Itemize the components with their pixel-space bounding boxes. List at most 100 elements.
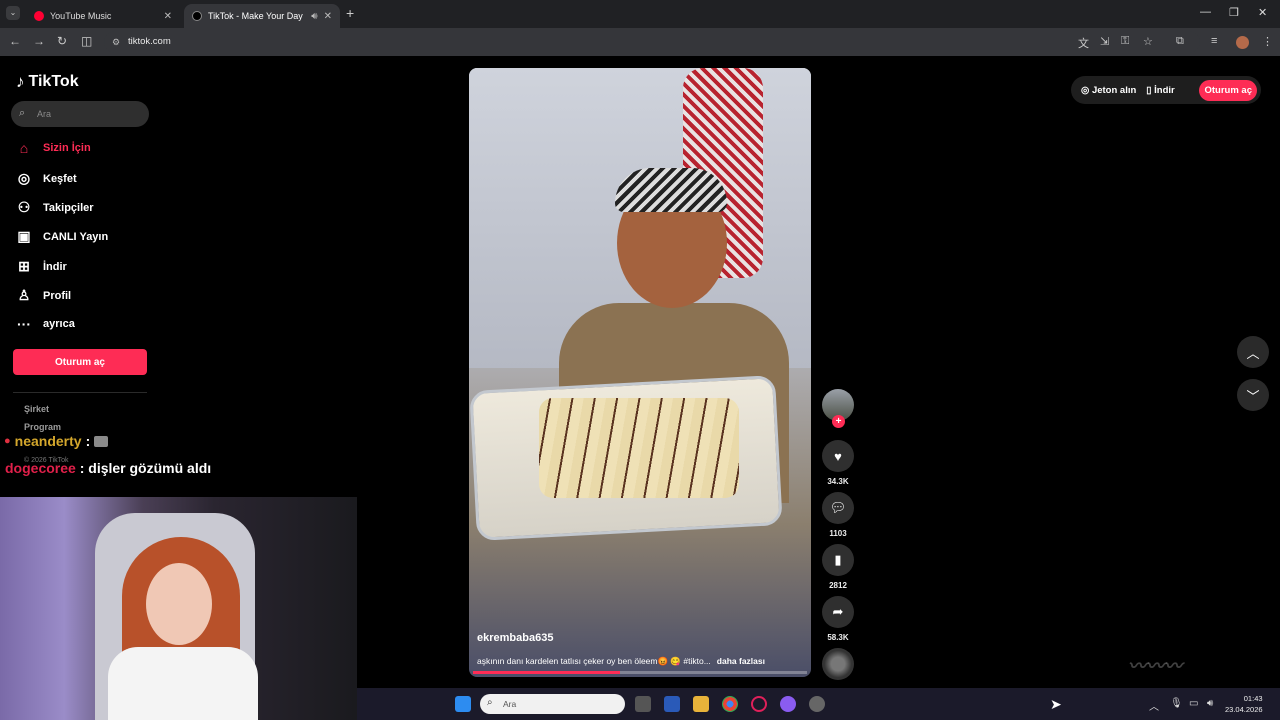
tray-chevron-up-icon[interactable]: ︿	[1149, 698, 1159, 713]
caption-more-link[interactable]: daha fazlası	[717, 656, 765, 667]
sidebar-item-more[interactable]: ··· ayrıca	[15, 316, 75, 332]
video-dessert-topping	[539, 398, 739, 498]
site-info-icon[interactable]: ⚙	[112, 37, 120, 48]
strawberry-badge-icon: ●	[4, 435, 11, 447]
taskbar-clock[interactable]: 01:43 23.04.2026	[1225, 693, 1263, 715]
heart-icon[interactable]: ♥	[822, 440, 854, 472]
address-bar[interactable]: ⚙ tiktok.com	[104, 31, 1200, 53]
search-input[interactable]: ⌕ Ara	[11, 101, 149, 127]
tab-title: YouTube Music	[50, 11, 112, 21]
sidebar-item-download[interactable]: ⊞ İndir	[15, 258, 67, 275]
twitch-app-icon[interactable]	[780, 696, 796, 712]
save-action[interactable]: ▮ 2812	[822, 544, 854, 590]
followers-icon: ⚇	[17, 199, 31, 215]
coin-icon: ◎	[1081, 84, 1090, 96]
video-username[interactable]: ekrembaba635	[477, 632, 553, 644]
taskbar-search-placeholder: Ara	[503, 699, 517, 709]
follow-plus-icon[interactable]: +	[832, 415, 845, 428]
volume-icon[interactable]: 🔊︎	[1207, 698, 1213, 709]
back-icon[interactable]: ←	[9, 34, 21, 48]
close-tab-icon[interactable]: ✕	[324, 11, 332, 22]
profile-icon: ♙	[17, 287, 31, 303]
sidebar-item-for-you[interactable]: ⌂ Sizin İçin	[15, 140, 91, 156]
comment-icon[interactable]: 💬︎	[822, 492, 854, 524]
tab-tiktok[interactable]: TikTok - Make Your Day 🔊︎ ✕	[184, 4, 340, 28]
footer-link-program[interactable]: Program	[24, 422, 61, 432]
sidebar-item-profile[interactable]: ♙ Profil	[15, 287, 71, 304]
speaker-icon[interactable]: 🔊︎	[311, 11, 317, 22]
next-video-button[interactable]: ﹀	[1237, 379, 1269, 411]
sidebar-item-live[interactable]: ▣ CANLI Yayın	[15, 228, 108, 245]
translate-icon[interactable]: 文	[1078, 35, 1089, 51]
file-explorer-icon[interactable]	[693, 696, 709, 712]
tab-search-icon[interactable]: ⌄	[6, 6, 20, 20]
chat-text: dişler gözümü aldı	[88, 460, 212, 476]
like-action[interactable]: ♥ 34.3K	[822, 440, 854, 486]
share-count: 58.3K	[827, 633, 849, 642]
chat-colon: :	[79, 460, 89, 476]
reload-icon[interactable]: ↻	[57, 34, 67, 48]
share-action[interactable]: ➦ 58.3K	[822, 596, 854, 642]
tiktok-note-icon: ♪	[16, 72, 25, 91]
task-view-icon[interactable]	[635, 696, 651, 712]
download-icon: ⊞	[18, 258, 30, 274]
stream-logo-watermark: 〰〰〰	[1128, 656, 1182, 676]
obs-icon[interactable]	[809, 696, 825, 712]
chat-colon: :	[85, 433, 91, 449]
share-icon[interactable]: ➦	[822, 596, 854, 628]
opera-icon[interactable]	[751, 696, 767, 712]
sidebar-item-label: Sizin İçin	[43, 142, 91, 154]
browser-tab-bar: ⌄ YouTube Music ✕ TikTok - Make Your Day…	[0, 0, 1280, 28]
previous-video-button[interactable]: ︿	[1237, 336, 1269, 368]
tiktok-logo[interactable]: ♪ TikTok	[16, 72, 79, 92]
login-button[interactable]: Oturum aç	[13, 349, 147, 375]
video-player[interactable]: ekrembaba635 aşkının danı kardelen tatlı…	[469, 68, 811, 677]
sidebar-item-label: Keşfet	[43, 172, 77, 185]
start-windows-icon[interactable]	[455, 696, 471, 712]
sidebar-divider	[13, 392, 147, 393]
profile-avatar-icon[interactable]	[1236, 36, 1249, 49]
tab-media-icon[interactable]: ≡	[1211, 35, 1217, 47]
tiktok-favicon-icon	[192, 11, 202, 21]
close-tab-icon[interactable]: ✕	[164, 11, 172, 22]
save-count: 2812	[829, 581, 847, 590]
comment-action[interactable]: 💬︎ 1103	[822, 492, 854, 538]
install-app-icon[interactable]: ⇲	[1100, 35, 1109, 48]
store-icon[interactable]	[664, 696, 680, 712]
browser-toolbar: ← → ↻ ◫ ⚙ tiktok.com 文 ⇲ ⚿ ☆ ⧉ ≡ ⋮	[0, 28, 1280, 56]
sidebar-item-explore[interactable]: ◎ Keşfet	[15, 170, 77, 187]
footer-link-company[interactable]: Şirket	[24, 404, 49, 414]
extensions-icon[interactable]: ⧉	[1176, 35, 1184, 48]
clock-date: 23.04.2026	[1225, 705, 1263, 714]
maximize-icon[interactable]: ❐	[1229, 6, 1239, 19]
sidebar-item-following[interactable]: ⚇ Takipçiler	[15, 199, 94, 216]
tab-youtube-music[interactable]: YouTube Music ✕	[26, 4, 180, 28]
network-icon[interactable]: ▭	[1189, 698, 1198, 709]
more-icon: ···	[17, 316, 31, 332]
top-login-button[interactable]: Oturum aç	[1199, 79, 1257, 101]
taskbar-search-input[interactable]: ⌕ Ara	[480, 694, 625, 714]
chrome-icon[interactable]	[722, 696, 738, 712]
chat-username: dogecoree	[5, 460, 76, 476]
forward-icon[interactable]: →	[33, 34, 45, 48]
sidebar-item-label: ayrıca	[43, 318, 75, 330]
close-window-icon[interactable]: ✕	[1258, 6, 1267, 19]
clock-time: 01:43	[1243, 694, 1263, 703]
password-key-icon[interactable]: ⚿	[1121, 35, 1129, 48]
minimize-icon[interactable]: —	[1200, 6, 1211, 18]
microphone-icon[interactable]: 🎙︎	[1170, 698, 1183, 709]
video-caption: aşkının danı kardelen tatlısı çeker oy b…	[477, 656, 807, 667]
caption-text: aşkının danı kardelen tatlısı çeker oy b…	[477, 656, 711, 666]
home-icon: ⌂	[19, 140, 29, 156]
menu-kebab-icon[interactable]: ⋮	[1262, 35, 1273, 48]
bookmark-star-icon[interactable]: ☆	[1143, 35, 1153, 48]
bookmark-icon[interactable]: ▮	[822, 544, 854, 576]
sidebar-item-label: Takipçiler	[43, 201, 94, 214]
video-progress-bar[interactable]	[473, 671, 807, 674]
logo-text: TikTok	[28, 73, 79, 90]
music-disc-icon[interactable]	[822, 648, 854, 680]
new-tab-button[interactable]: +	[346, 5, 354, 21]
download-app-button[interactable]: ▯ İndir	[1146, 85, 1174, 96]
split-view-icon[interactable]: ◫	[81, 34, 92, 48]
get-coins-button[interactable]: ◎ Jeton alın	[1081, 85, 1136, 96]
